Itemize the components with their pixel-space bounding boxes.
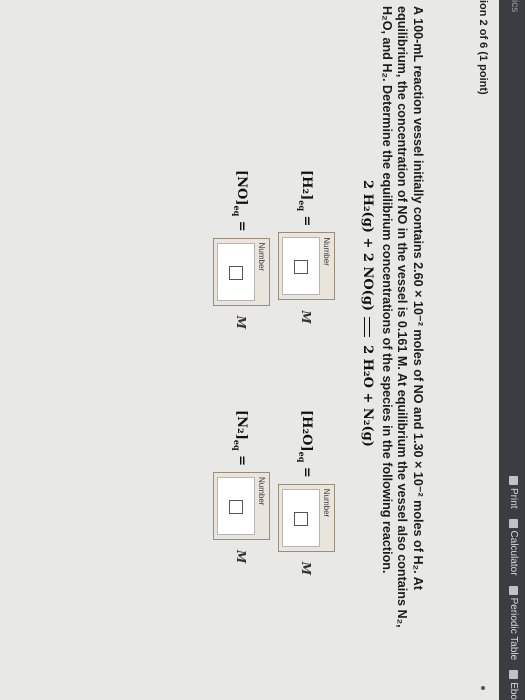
species-label: [NO]eq = xyxy=(232,170,249,232)
calculator-label: Calculator xyxy=(508,530,519,576)
toolbar-tools: Print Calculator Periodic Table Ebo xyxy=(508,475,519,700)
unit-label: M xyxy=(234,315,249,329)
equilibrium-arrows-icon xyxy=(362,315,374,341)
top-toolbar: ics Print Calculator Periodic Table Ebo xyxy=(499,0,525,700)
h2-input[interactable] xyxy=(282,237,320,296)
reaction-equation: 2 H₂(g) + 2 NO(g) 2 H₂O + N₂(g) xyxy=(360,180,375,447)
answer-row-h2: [H₂]eq = Number M xyxy=(278,170,335,324)
screenshot-frame: ics Print Calculator Periodic Table Ebo xyxy=(0,0,525,700)
print-button[interactable]: Print xyxy=(508,475,519,509)
reaction-products: 2 H₂O + N₂(g) xyxy=(360,345,375,447)
number-box: Number xyxy=(213,237,270,306)
input-cursor-icon xyxy=(294,260,308,275)
species-label: [H₂O]eq = xyxy=(297,410,314,478)
species-label: [N₂]eq = xyxy=(232,410,249,467)
unit-label: M xyxy=(234,550,249,564)
no-input[interactable] xyxy=(217,242,255,301)
answer-row-n2: [N₂]eq = Number M xyxy=(213,410,270,563)
ebook-icon xyxy=(509,670,518,680)
print-label: Print xyxy=(508,487,519,509)
number-caption: Number xyxy=(322,237,331,266)
answer-row-no: [NO]eq = Number M xyxy=(213,170,270,329)
number-box: Number xyxy=(213,472,270,541)
toolbar-edge-text: ics xyxy=(509,0,520,13)
periodic-table-button[interactable]: Periodic Table xyxy=(508,585,519,661)
number-box: Number xyxy=(278,483,335,552)
input-cursor-icon xyxy=(229,265,243,280)
answer-row-h2o: [H₂O]eq = Number M xyxy=(278,410,335,575)
number-box: Number xyxy=(278,232,335,301)
print-icon xyxy=(509,475,518,485)
question-header: ion 2 of 6 (1 point) xyxy=(477,0,489,95)
ebook-label: Ebo xyxy=(508,682,519,700)
assignment-page: ics Print Calculator Periodic Table Ebo xyxy=(0,0,525,700)
input-cursor-icon xyxy=(294,511,308,526)
reaction-reactants: 2 H₂(g) + 2 NO(g) xyxy=(360,180,375,312)
calculator-button[interactable]: Calculator xyxy=(508,518,519,576)
h2o-input[interactable] xyxy=(282,488,320,547)
number-caption: Number xyxy=(257,242,266,272)
number-caption: Number xyxy=(322,488,331,518)
input-cursor-icon xyxy=(229,500,243,515)
menu-dot xyxy=(481,686,485,690)
unit-label: M xyxy=(299,561,314,576)
problem-text: A 100-mL reaction vessel initially conta… xyxy=(380,6,425,628)
ebook-button[interactable]: Ebo xyxy=(508,670,519,700)
species-label: [H₂]eq = xyxy=(297,170,314,227)
n2-input[interactable] xyxy=(217,477,255,536)
periodic-table-icon xyxy=(509,585,518,595)
unit-label: M xyxy=(299,310,314,324)
calculator-icon xyxy=(509,518,518,528)
number-caption: Number xyxy=(257,477,266,506)
periodic-table-label: Periodic Table xyxy=(508,597,519,661)
